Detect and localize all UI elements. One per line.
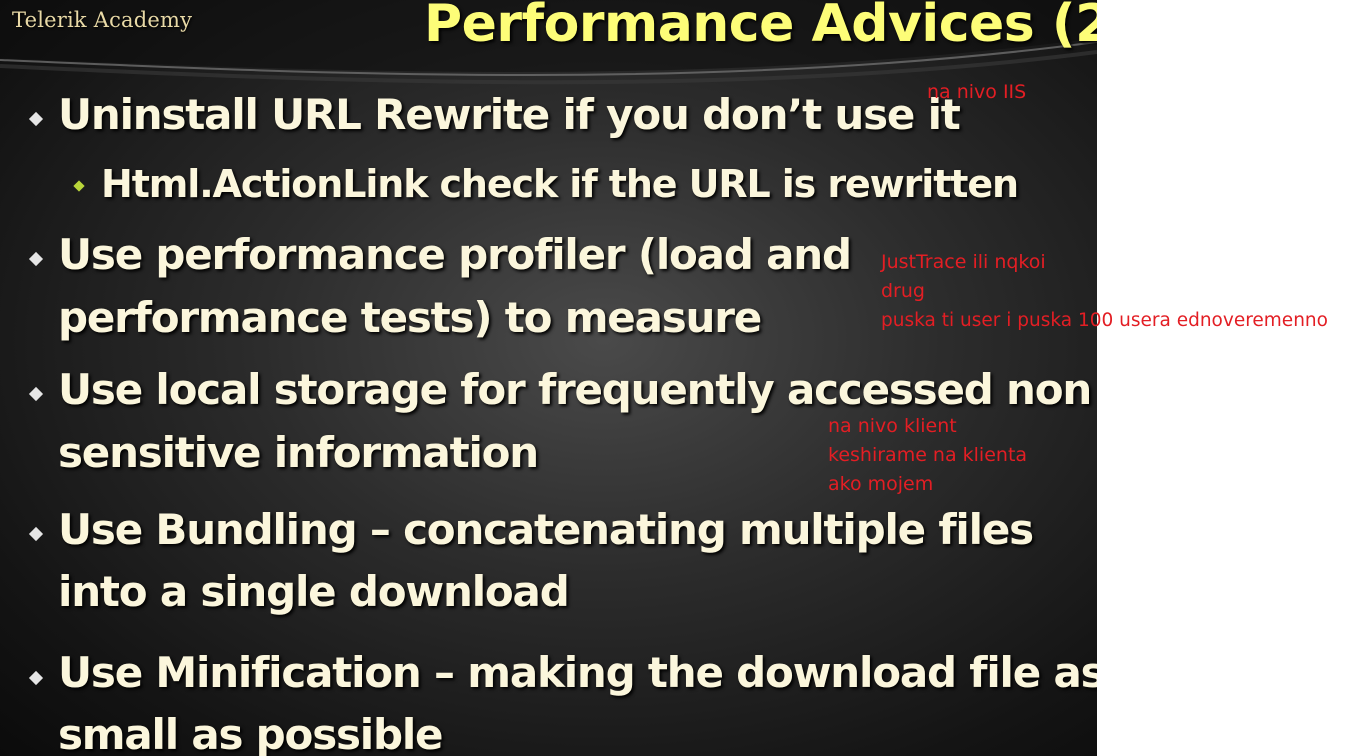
note-line: ako mojem: [828, 473, 934, 495]
bullet-icon: [28, 670, 44, 686]
bullet-local-storage-line-2: sensitive information: [58, 428, 539, 477]
bullet-html-actionlink: Html.ActionLink check if the URL is rewr…: [101, 162, 1019, 206]
bullet-uninstall-url-rewrite: Uninstall URL Rewrite if you don’t use i…: [58, 90, 961, 139]
bullet-icon: [28, 111, 44, 127]
bullet-icon: [28, 386, 44, 402]
note-line: JustTrace ili nqkoi: [881, 251, 1046, 273]
bullet-local-storage-line-1: Use local storage for frequently accesse…: [58, 365, 1092, 414]
bullet-performance-profiler-line-1: Use performance profiler (load and: [58, 230, 852, 279]
note-client: na nivo klient keshirame na klienta ako …: [828, 412, 1027, 499]
note-line: drug: [881, 280, 925, 302]
note-line: na nivo klient: [828, 415, 957, 437]
note-line: na nivo IIS: [927, 81, 1027, 103]
bullet-bundling-line-2: into a single download: [58, 567, 570, 616]
bullet-icon: [28, 526, 44, 542]
bullet-icon: [28, 251, 44, 267]
bullet-minification-line-1: Use Minification – making the download f…: [58, 648, 1097, 697]
note-profiler: JustTrace ili nqkoi drug puska ti user i…: [881, 248, 1328, 335]
bullet-bundling-line-1: Use Bundling – concatenating multiple fi…: [58, 505, 1034, 554]
slide-title: Performance Advices (2): [424, 0, 1097, 54]
note-line: keshirame na klienta: [828, 444, 1028, 466]
bullet-performance-profiler-line-2: performance tests) to measure: [58, 293, 762, 342]
telerik-academy-logo: Telerik Academy: [12, 8, 193, 32]
note-line: puska ti user i puska 100 usera ednovere…: [881, 310, 1328, 331]
sub-bullet-icon: [73, 180, 85, 192]
bullet-minification-line-2: small as possible: [58, 710, 444, 756]
presentation-slide: Telerik Academy Performance Advices (2) …: [0, 0, 1097, 756]
note-iis: na nivo IIS: [927, 78, 1026, 107]
